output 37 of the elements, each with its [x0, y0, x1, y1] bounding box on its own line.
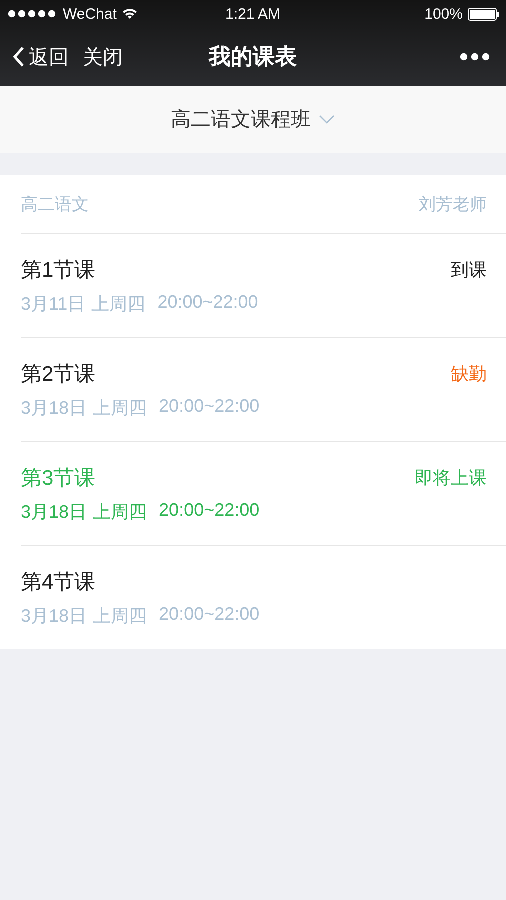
signal-icon [8, 10, 58, 18]
attendance-status: 到课 [451, 258, 487, 282]
lesson-time: 20:00~22:00 [158, 292, 258, 314]
lesson-row[interactable]: 第1节课 到课 3月11日 上周四 20:00~22:00 [21, 234, 506, 338]
battery-icon [468, 8, 500, 20]
lesson-date: 3月11日 [21, 292, 86, 316]
lesson-weekday: 上周四 [93, 500, 148, 524]
lesson-row[interactable]: 第4节课 3月18日 上周四 20:00~22:00 [21, 546, 506, 649]
lesson-title: 第3节课 [21, 466, 96, 492]
lesson-time: 20:00~22:00 [159, 396, 260, 418]
battery-percent: 100% [424, 6, 463, 22]
lesson-time: 20:00~22:00 [159, 500, 260, 522]
lesson-row[interactable]: 第2节课 缺勤 3月18日 上周四 20:00~22:00 [21, 338, 506, 442]
lesson-date: 3月18日 [21, 396, 88, 420]
class-dropdown[interactable]: 高二语文课程班 [171, 106, 335, 133]
attendance-status: 缺勤 [451, 362, 487, 386]
lesson-date: 3月18日 [21, 500, 88, 524]
wifi-icon [122, 8, 138, 20]
chevron-left-icon [12, 46, 25, 68]
back-button[interactable]: 返回 [12, 44, 69, 70]
carrier-name: WeChat [63, 6, 117, 22]
lesson-date: 3月18日 [21, 604, 88, 628]
lesson-weekday: 上周四 [92, 292, 146, 316]
page-title: 我的课表 [209, 43, 297, 71]
lesson-weekday: 上周四 [93, 396, 148, 420]
lesson-title: 第1节课 [21, 258, 96, 284]
chevron-down-icon [319, 115, 335, 124]
lesson-weekday: 上周四 [93, 604, 148, 628]
more-icon[interactable] [460, 53, 490, 61]
close-button[interactable]: 关闭 [83, 44, 123, 70]
attendance-status: 即将上课 [415, 466, 487, 490]
teacher-name: 刘芳老师 [419, 194, 487, 216]
clock: 1:21 AM [225, 6, 281, 22]
lesson-title: 第4节课 [21, 570, 96, 596]
lesson-title: 第2节课 [21, 362, 96, 388]
lesson-time: 20:00~22:00 [159, 604, 260, 626]
subject-label: 高二语文 [21, 194, 89, 216]
